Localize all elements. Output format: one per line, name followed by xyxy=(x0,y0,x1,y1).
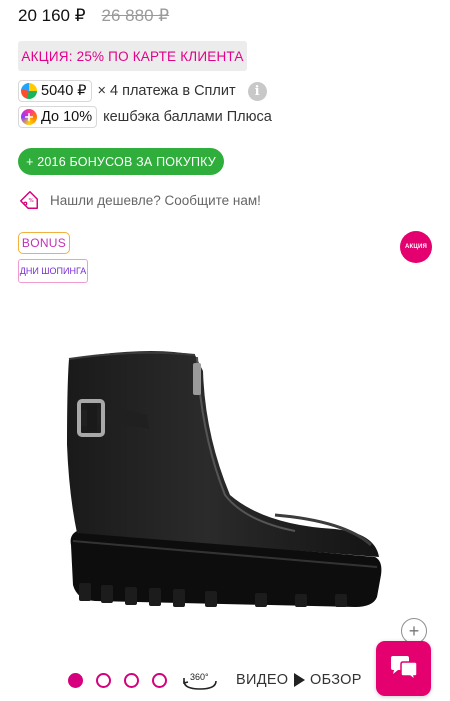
play-icon xyxy=(294,673,306,687)
gallery-dot[interactable] xyxy=(152,673,167,688)
view-360-label: 360° xyxy=(190,672,209,682)
found-cheaper-text: Нашли дешевле? Сообщите нам! xyxy=(50,192,261,208)
chat-button[interactable] xyxy=(376,641,431,696)
shopping-days-badge: ДНИ ШОПИНГА xyxy=(18,259,88,283)
chat-icon xyxy=(390,655,418,682)
view-360-button[interactable]: 360° xyxy=(180,670,220,692)
rotate-360-icon xyxy=(183,680,217,690)
split-amount-box: 5040 ₽ xyxy=(18,80,92,102)
split-text: × 4 платежа в Сплит xyxy=(97,83,236,99)
sale-badge: АКЦИЯ xyxy=(400,231,432,263)
split-logo-icon xyxy=(21,83,37,99)
current-price: 20 160 ₽ xyxy=(18,6,86,25)
gallery-dot[interactable] xyxy=(96,673,111,688)
video-button[interactable]: ВИДЕО xyxy=(236,672,306,688)
gallery-dot[interactable] xyxy=(68,673,83,688)
price-tag-icon: % xyxy=(20,191,38,209)
cashback-row[interactable]: До 10% кешбэка баллами Плюса xyxy=(18,106,272,128)
cashback-text: кешбэка баллами Плюса xyxy=(103,109,272,125)
cashback-amount: До 10% xyxy=(41,109,93,125)
split-row[interactable]: 5040 ₽ × 4 платежа в Сплит i xyxy=(18,80,267,102)
promo-label: АКЦИЯ: 25% ПО КАРТЕ КЛИЕНТА xyxy=(21,48,244,64)
cashback-amount-box: До 10% xyxy=(18,106,98,128)
split-amount: 5040 ₽ xyxy=(41,83,87,99)
price-row: 20 160 ₽ 26 880 ₽ xyxy=(18,6,169,26)
bonus-badge: BONUS xyxy=(18,232,70,254)
gallery-dots xyxy=(68,673,167,688)
plus-logo-icon xyxy=(21,109,37,125)
old-price: 26 880 ₽ xyxy=(101,6,170,25)
video-label: ВИДЕО xyxy=(236,672,289,688)
product-image[interactable] xyxy=(55,345,395,615)
info-icon[interactable]: i xyxy=(247,81,267,101)
review-button[interactable]: ОБЗОР xyxy=(310,672,362,688)
gallery-dot[interactable] xyxy=(124,673,139,688)
svg-text:%: % xyxy=(29,198,34,204)
found-cheaper-link[interactable]: % Нашли дешевле? Сообщите нам! xyxy=(18,189,261,211)
bonus-points-button[interactable]: + 2016 БОНУСОВ ЗА ПОКУПКУ xyxy=(18,148,224,175)
promo-chip[interactable]: АКЦИЯ: 25% ПО КАРТЕ КЛИЕНТА xyxy=(18,41,247,71)
